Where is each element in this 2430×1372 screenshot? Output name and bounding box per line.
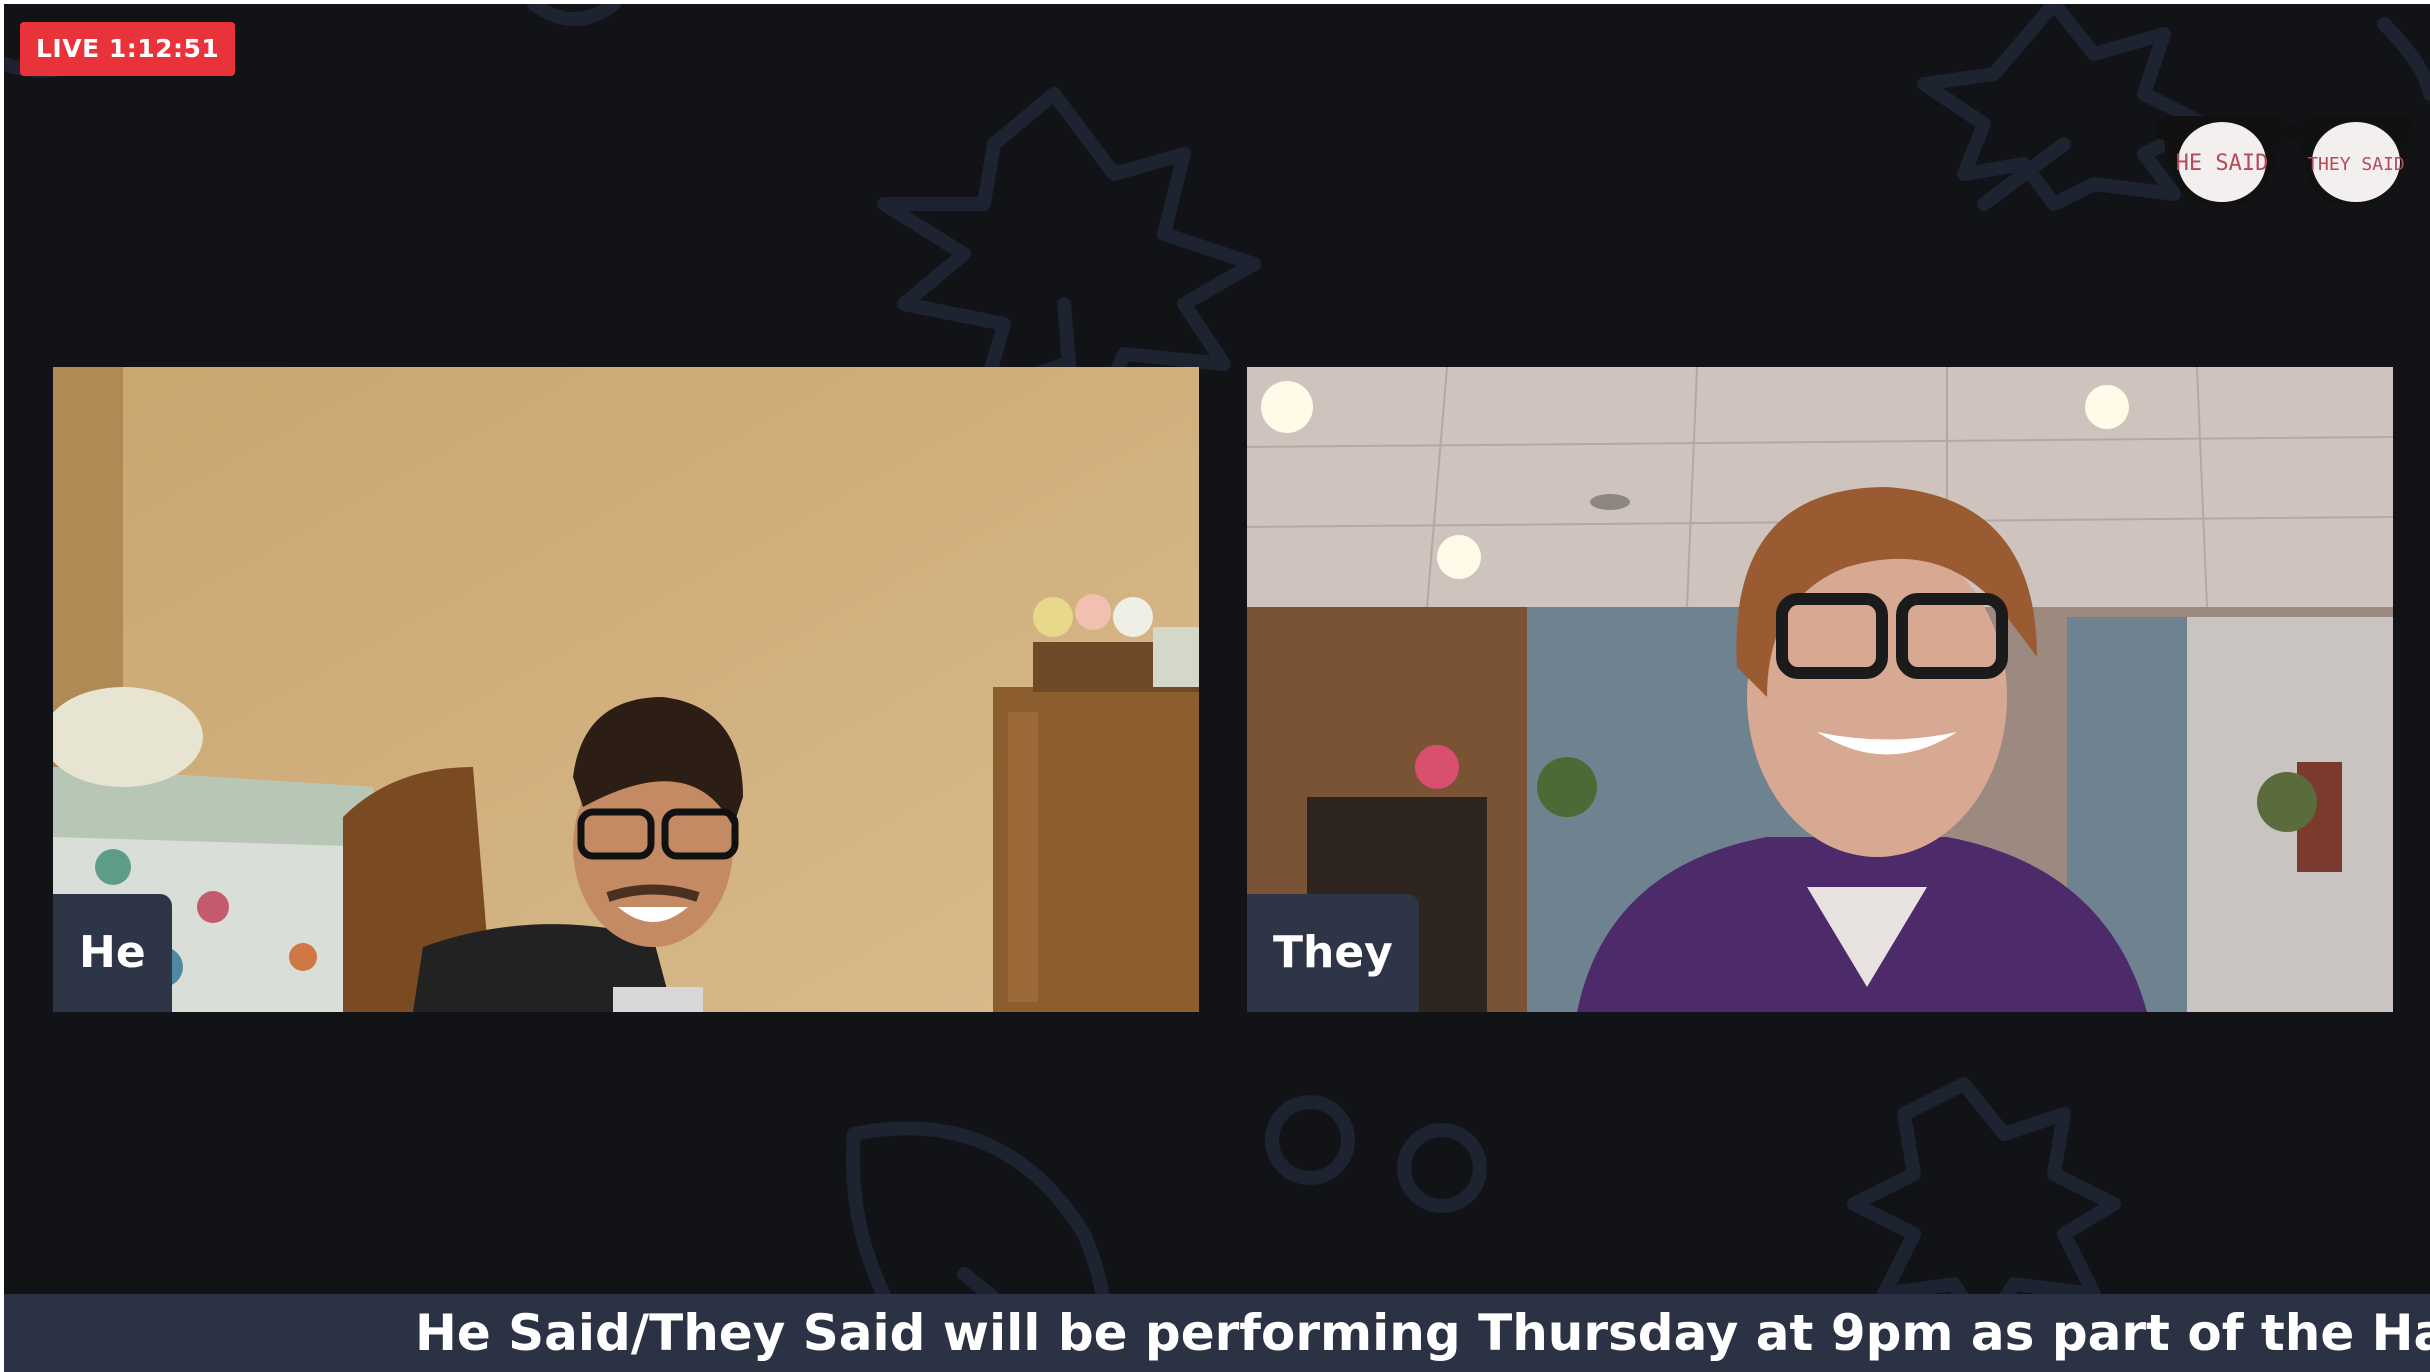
participant-name-tag: They — [1247, 894, 1419, 1012]
ticker-text: He Said/They Said will be performing Thu… — [415, 1304, 2430, 1362]
announcement-ticker: He Said/They Said will be performing Thu… — [4, 1294, 2430, 1372]
glasses-logo-icon: HE SAID THEY SAID — [2156, 116, 2414, 209]
logo-left-lens-text: HE SAID — [2176, 151, 2269, 176]
video-frame-they — [1247, 367, 2393, 1012]
video-frame-he — [53, 367, 1199, 1012]
participant-video-he[interactable]: He — [53, 367, 1199, 1012]
live-timer-badge: LIVE 1:12:51 — [20, 22, 236, 76]
participant-name-tag: He — [53, 894, 172, 1012]
logo-right-lens-text: THEY SAID — [2307, 154, 2405, 175]
participant-video-they[interactable]: They — [1247, 367, 2393, 1012]
circle-icon — [1265, 1095, 1355, 1185]
circle-icon — [1397, 1123, 1487, 1213]
stream-stage: LIVE 1:12:51 HE SAID THEY SAID He They H… — [4, 4, 2430, 1372]
